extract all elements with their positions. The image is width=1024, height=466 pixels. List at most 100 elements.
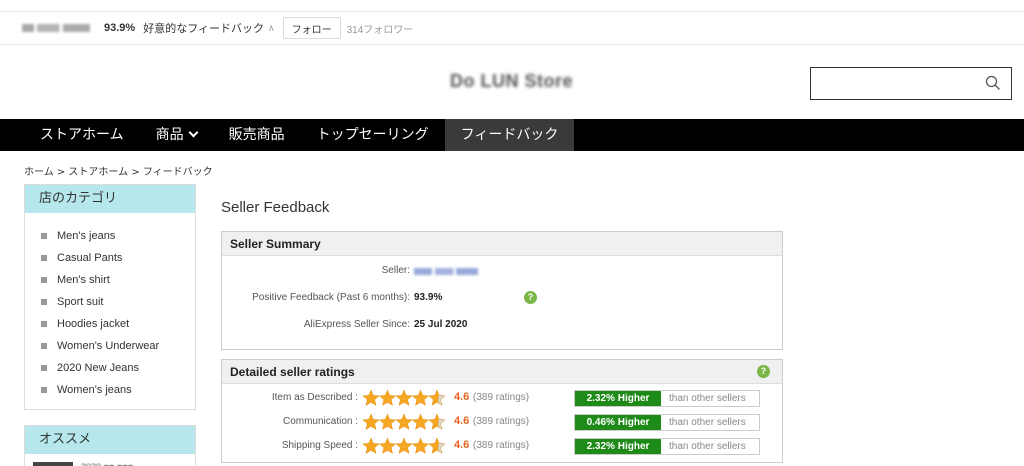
positive-feedback-row-label: Positive Feedback (Past 6 months):: [252, 292, 410, 303]
category-label: Women's Underwear: [57, 340, 160, 352]
nav-feedback[interactable]: フィードバック: [444, 119, 575, 151]
star-icon: [363, 389, 380, 406]
recommended-product-thumbnail[interactable]: [33, 462, 73, 466]
category-label: Women's jeans: [57, 384, 132, 396]
category-label: Sport suit: [57, 296, 104, 308]
category-item[interactable]: Hoodies jacket: [25, 313, 195, 335]
rating-label: Shipping Speed :: [281, 440, 358, 451]
star-icon: [428, 389, 445, 406]
positive-feedback-percent: 93.9%: [104, 22, 136, 34]
rating-row: Shipping Speed : 4.6 (389 ratings) 2.32% Hi…: [222, 436, 782, 456]
positive-feedback-row-value: 93.9%: [414, 292, 443, 303]
recommended-title: オススメ: [25, 426, 195, 454]
bullet-icon: [41, 387, 47, 393]
comparison-text: than other sellers: [669, 441, 746, 452]
bullet-icon: [41, 277, 47, 283]
category-item[interactable]: Sport suit: [25, 291, 195, 313]
category-item[interactable]: Men's shirt: [25, 269, 195, 291]
category-item[interactable]: Women's jeans: [25, 379, 195, 401]
category-label: Hoodies jacket: [57, 318, 130, 330]
star-icon: [378, 413, 397, 430]
rating-label: Item as Described :: [271, 392, 358, 403]
top-strip: [0, 0, 1024, 12]
star-icon: [428, 413, 445, 430]
category-label: Men's shirt: [57, 274, 110, 286]
comparison-badge: 2.32% Higher: [575, 391, 661, 406]
rating-row: Item as Described : 4.6 (389 ratings) 2.32%…: [222, 388, 782, 408]
star-icon: [378, 389, 397, 406]
nav-products[interactable]: 商品: [140, 119, 213, 151]
bullet-icon: [41, 343, 47, 349]
bullet-icon: [41, 321, 47, 327]
detailed-ratings-panel: Detailed seller ratings ? Item as Descri…: [221, 359, 783, 463]
search-icon[interactable]: [985, 75, 1001, 91]
category-item[interactable]: Women's Underwear: [25, 335, 195, 357]
nav-top-selling[interactable]: トップセーリング: [301, 119, 445, 151]
star-rating-icon: [363, 413, 445, 430]
search-input[interactable]: [810, 67, 1012, 100]
nav-sale-items[interactable]: 販売商品: [213, 119, 301, 151]
comparison-box: 2.32% Higher than other sellers: [574, 390, 760, 407]
star-icon: [411, 437, 430, 454]
store-nav: ストアホーム 商品 販売商品 トップセーリング フィードバック: [0, 119, 1024, 151]
help-icon[interactable]: ?: [757, 365, 770, 378]
follower-count: 314フォロワー: [346, 24, 414, 36]
comparison-badge: 2.32% Higher: [575, 439, 661, 454]
star-icon: [411, 413, 430, 430]
star-icon: [395, 389, 413, 406]
positive-feedback-label: 好意的なフィードバック: [143, 23, 264, 35]
category-list: Men's jeans Casual Pants Men's shirt Sport …: [25, 213, 195, 401]
breadcrumb[interactable]: ホーム > ストアホーム > フィードバック: [24, 163, 213, 178]
category-label: Men's jeans: [57, 230, 116, 242]
category-item[interactable]: Casual Pants: [25, 247, 195, 269]
page-title: Seller Feedback: [221, 199, 330, 216]
nav-products-label: 商品: [155, 127, 184, 143]
category-label: 2020 New Jeans: [57, 362, 139, 374]
rating-label: Communication :: [282, 416, 358, 427]
chevron-up-icon[interactable]: ∧: [268, 23, 275, 34]
rating-count: (389 ratings): [473, 440, 530, 451]
bullet-icon: [41, 255, 47, 261]
category-item[interactable]: Men's jeans: [25, 225, 195, 247]
chevron-down-icon: [188, 127, 199, 138]
seller-name-blurred: [414, 268, 478, 275]
seller-summary-panel: Seller Summary Seller: Positive Feedback…: [221, 231, 783, 350]
follow-button[interactable]: フォロー: [282, 17, 341, 39]
category-item[interactable]: 2020 New Jeans: [25, 357, 195, 379]
store-info-bar: 93.9% 好意的なフィードバック ∧ フォロー 314フォロワー: [0, 12, 1024, 45]
store-name-blurred[interactable]: [22, 24, 90, 32]
star-icon: [378, 437, 397, 454]
seller-since-value: 25 Jul 2020: [414, 319, 468, 330]
bullet-icon: [41, 299, 47, 305]
bullet-icon: [41, 365, 47, 371]
store-categories-panel: 店のカテゴリ Men's jeans Casual Pants Men's shir…: [24, 184, 196, 410]
help-icon[interactable]: ?: [524, 291, 537, 304]
star-icon: [395, 437, 413, 454]
rating-score: 4.6: [454, 415, 470, 427]
comparison-box: 2.32% Higher than other sellers: [574, 438, 760, 455]
star-icon: [363, 437, 380, 454]
seller-name-link[interactable]: [414, 267, 478, 278]
seller-summary-heading: Seller Summary: [222, 232, 782, 256]
star-rating-icon: [363, 437, 445, 454]
store-logo-blurred: Do LUN Store: [450, 71, 573, 91]
star-icon: [411, 389, 430, 406]
star-icon: [363, 413, 380, 430]
star-icon: [428, 437, 445, 454]
category-label: Casual Pants: [57, 252, 123, 264]
categories-title: 店のカテゴリ: [25, 185, 195, 213]
rating-score: 4.6: [454, 439, 470, 451]
comparison-box: 0.46% Higher than other sellers: [574, 414, 760, 431]
nav-store-home[interactable]: ストアホーム: [0, 119, 140, 151]
comparison-text: than other sellers: [669, 417, 746, 428]
comparison-text: than other sellers: [669, 393, 746, 404]
recommended-product-title-blurred[interactable]: 2020 ■■ ■■■: [81, 462, 133, 466]
star-rating-icon: [363, 389, 445, 406]
comparison-badge: 0.46% Higher: [575, 415, 661, 430]
rating-count: (389 ratings): [473, 416, 530, 427]
rating-row: Communication : 4.6 (389 ratings) 0.46% Hig…: [222, 412, 782, 432]
detailed-ratings-heading: Detailed seller ratings ?: [222, 360, 782, 384]
star-icon: [395, 413, 413, 430]
detailed-ratings-title: Detailed seller ratings: [230, 365, 355, 379]
seller-since-label: AliExpress Seller Since:: [303, 319, 410, 330]
